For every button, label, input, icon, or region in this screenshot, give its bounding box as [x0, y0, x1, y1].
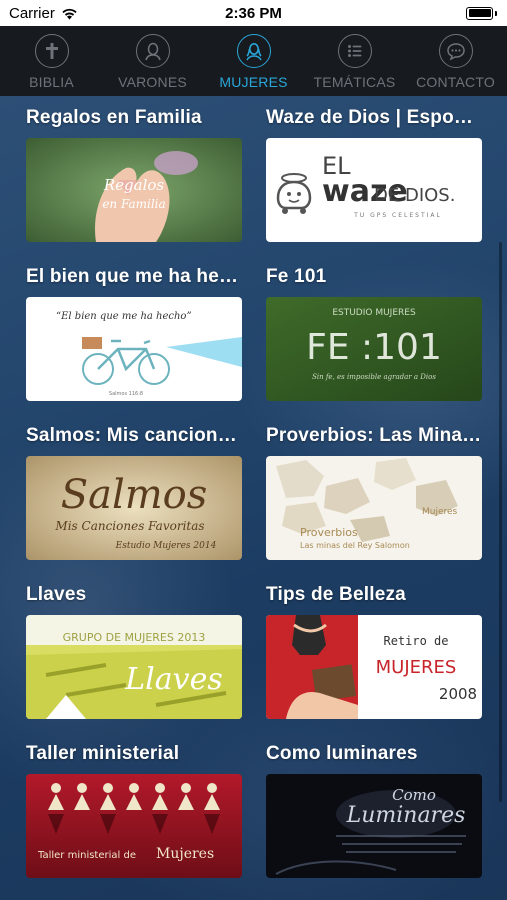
wifi-icon	[62, 8, 77, 19]
tab-contacto[interactable]: CONTACTO	[408, 26, 503, 96]
thumb-big: MUJERES	[376, 657, 457, 678]
thumb-label: GRUPO DE MUJERES 2013	[63, 631, 206, 644]
card-proverbios[interactable]: Proverbios: Las Minas del Rey Salomón Mu…	[266, 424, 482, 560]
tab-varones[interactable]: VARONES	[105, 26, 200, 96]
status-left: Carrier	[9, 5, 78, 22]
tab-varones-label: VARONES	[118, 74, 187, 90]
thumb-line1: Regalos	[103, 176, 165, 194]
scroll-indicator	[499, 242, 502, 802]
card-thumbnail: “El bien que me ha hecho” Salmos 116:8	[26, 297, 242, 401]
card-title: Llaves	[26, 584, 87, 605]
card-title: Fe 101	[266, 266, 327, 287]
card-taller-ministerial[interactable]: Taller ministerial Taller ministerial de…	[26, 742, 242, 878]
tab-biblia[interactable]: BIBLIA	[4, 26, 99, 96]
card-thumbnail: Como Luminares	[266, 774, 482, 878]
card-thumbnail: GRUPO DE MUJERES 2013 Llaves	[26, 615, 242, 719]
card-thumbnail: EL waze DE DIOS. TU GPS CELESTIAL	[266, 138, 482, 242]
card-llaves[interactable]: Llaves GRUPO DE MUJERES 2013 Llaves	[26, 583, 242, 719]
card-thumbnail: Mujeres Proverbios Las minas del Rey Sal…	[266, 456, 482, 560]
thumb-ref: Salmos 116:8	[109, 391, 143, 397]
thumb-line1: Taller ministerial de	[37, 850, 136, 861]
card-salmos[interactable]: Salmos: Mis canciones favoritas Salmos M…	[26, 424, 242, 560]
card-title: El bien que me ha hecho	[26, 266, 242, 287]
card-regalos-en-familia[interactable]: Regalos en Familia Regalos en Familia	[26, 106, 242, 242]
carrier-label: Carrier	[9, 4, 55, 22]
thumb-line2: DE DIOS.	[374, 185, 455, 206]
category-tab-bar: BIBLIA VARONES MUJERES TEMÁTICAS CONTACT…	[0, 26, 507, 96]
woman-icon	[236, 34, 271, 68]
thumb-big: Llaves	[124, 662, 223, 697]
thumb-small: Estudio Mujeres 2014	[115, 541, 217, 551]
card-title: Taller ministerial	[26, 743, 180, 764]
card-title: Tips de Belleza	[266, 584, 406, 605]
card-title: Waze de Dios | Esposos	[266, 107, 482, 128]
thumb-line2: Las minas del Rey Salomon	[300, 541, 410, 550]
thumb-line1: Proverbios	[300, 526, 358, 539]
card-fe-101[interactable]: Fe 101 ESTUDIO MUJERES FE :101 Sin fe, e…	[266, 265, 482, 401]
tab-tematicas[interactable]: TEMÁTICAS	[307, 26, 402, 96]
card-thumbnail: Regalos en Familia	[26, 138, 242, 242]
tab-mujeres-label: MUJERES	[219, 74, 288, 90]
list-icon	[337, 34, 372, 68]
tab-tematicas-label: TEMÁTICAS	[313, 74, 396, 90]
tab-mujeres[interactable]: MUJERES	[206, 26, 301, 96]
battery-icon	[466, 6, 497, 20]
thumb-label: ESTUDIO MUJERES	[332, 308, 416, 318]
status-bar: Carrier 2:36 PM	[0, 0, 507, 26]
thumb-line1: Como	[392, 786, 436, 804]
man-icon	[135, 34, 170, 68]
tab-contacto-label: CONTACTO	[416, 74, 495, 90]
card-como-luminares[interactable]: Como luminares Como Luminares	[266, 742, 482, 878]
card-waze-de-dios[interactable]: Waze de Dios | Esposos EL waze DE DIOS. …	[266, 106, 482, 242]
thumb-big: Salmos	[61, 472, 208, 518]
thumb-sub: Mis Canciones Favoritas	[54, 519, 204, 533]
card-el-bien-que-me-ha-hecho[interactable]: El bien que me ha hecho “El bien que me …	[26, 265, 242, 401]
thumb-line2: en Familia	[102, 197, 165, 211]
thumb-tagline: TU GPS CELESTIAL	[353, 212, 442, 219]
content-grid[interactable]: Regalos en Familia Regalos en Familia Wa…	[0, 96, 507, 900]
card-thumbnail: Salmos Mis Canciones Favoritas Estudio M…	[26, 456, 242, 560]
card-thumbnail: Retiro de MUJERES 2008	[266, 615, 482, 719]
thumb-big: Luminares	[346, 803, 466, 828]
chat-bubble-icon	[438, 34, 473, 68]
card-title: Proverbios: Las Minas del Rey Salomón	[266, 425, 482, 446]
card-title: Salmos: Mis canciones favoritas	[26, 425, 242, 446]
card-tips-de-belleza[interactable]: Tips de Belleza Retiro de MUJERES 2008	[266, 583, 482, 719]
thumb-year: 2008	[439, 685, 477, 703]
card-thumbnail: Taller ministerial de Mujeres	[26, 774, 242, 878]
tab-biblia-label: BIBLIA	[29, 74, 74, 90]
thumb-big: Mujeres	[156, 846, 214, 862]
thumb-line1: Retiro de	[383, 634, 448, 648]
thumb-label: Mujeres	[422, 507, 458, 517]
thumb-quote: “El bien que me ha hecho”	[56, 311, 192, 322]
thumb-caption: Sin fe, es imposible agradar a Dios	[312, 373, 436, 381]
cross-icon	[34, 34, 69, 68]
card-title: Como luminares	[266, 743, 418, 764]
card-title: Regalos en Familia	[26, 107, 202, 128]
thumb-big: FE :101	[306, 327, 442, 368]
card-thumbnail: ESTUDIO MUJERES FE :101 Sin fe, es impos…	[266, 297, 482, 401]
